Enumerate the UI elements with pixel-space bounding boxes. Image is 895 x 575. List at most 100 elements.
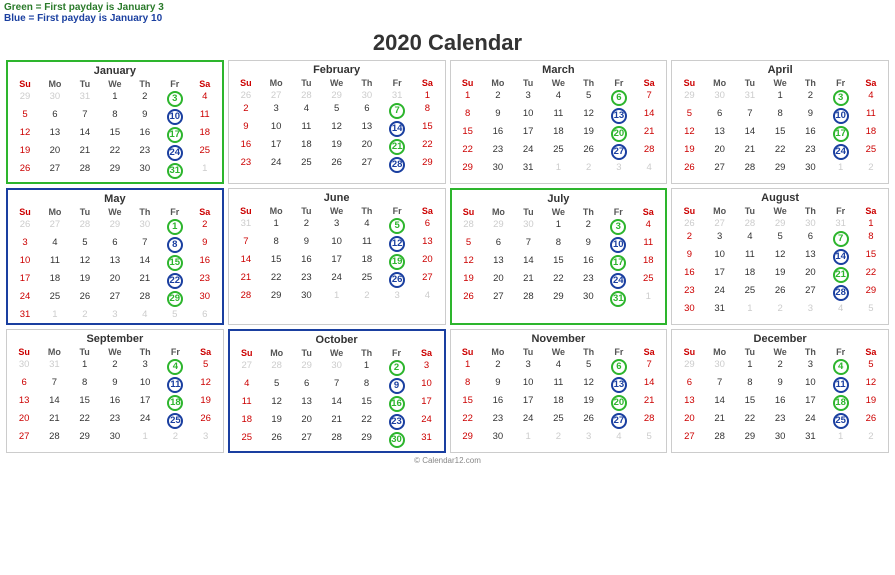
circle-blue: 10 [167,109,183,125]
day-cell: 9 [674,248,704,266]
day-cell: 22 [765,143,795,161]
day-header-mo: Mo [705,77,735,89]
day-cell: 11 [543,376,573,394]
day-header-we: We [322,347,352,359]
day-cell: 28 [291,89,321,102]
day-cell: 15 [100,126,130,144]
day-cell: 5 [322,102,352,120]
day-cell: 12 [574,107,604,125]
circle-green: 18 [833,395,849,411]
weeks: 2930311234567891011121314151617181920212… [674,89,886,174]
day-cell: 7 [70,108,100,126]
day-header-th: Th [574,346,604,358]
day-cell: 31 [231,217,261,235]
day-cell: 4 [543,358,573,376]
day-header-we: We [100,206,130,218]
day-cell: 18 [291,138,321,156]
day-header-su: Su [10,78,40,90]
day-cell: 3 [826,89,856,107]
day-cell: 7 [322,377,352,395]
day-cell: 3 [604,161,634,174]
day-cell: 7 [382,102,412,120]
day-cell: 29 [483,218,513,236]
day-header-th: Th [573,206,603,218]
day-cell: 20 [100,272,130,290]
day-cell: 7 [231,235,261,253]
month-title: March [453,63,665,77]
day-cell: 27 [604,412,634,430]
day-header-sa: Sa [634,77,664,89]
day-cell: 26 [674,161,704,174]
day-cell: 30 [352,89,382,102]
day-cell: 24 [826,143,856,161]
weeks: 3031123456789101112131415161718192021222… [9,358,221,443]
day-cell: 5 [674,107,704,125]
day-header-tu: Tu [735,205,765,217]
day-header-tu: Tu [292,347,322,359]
day-cell: 24 [322,271,352,289]
day-header-we: We [765,77,795,89]
day-header-fr: Fr [160,346,190,358]
day-cell: 19 [10,144,40,162]
circle-blue: 11 [167,377,183,393]
day-cell: 31 [705,302,735,315]
day-headers: SuMoTuWeThFrSa [10,78,220,90]
day-cell: 1 [735,302,765,315]
day-header-su: Su [453,346,483,358]
day-cell: 17 [322,253,352,271]
day-cell: 13 [9,394,39,412]
day-cell: 13 [100,254,130,272]
day-cell: 8 [735,376,765,394]
circle-blue: 25 [833,413,849,429]
day-cell: 3 [795,358,825,376]
day-cell: 10 [603,236,633,254]
day-header-su: Su [231,77,261,89]
day-cell: 20 [604,394,634,412]
day-header-mo: Mo [705,205,735,217]
day-cell: 28 [382,156,412,174]
day-cell: 12 [382,235,412,253]
day-cell: 29 [765,217,795,230]
day-cell: 20 [9,412,39,430]
day-header-mo: Mo [483,77,513,89]
day-cell: 30 [573,290,603,308]
weeks: 3112345678910111213141516171819202122232… [231,217,443,302]
day-cell: 29 [352,431,382,449]
day-cell: 20 [352,138,382,156]
day-cell: 14 [735,125,765,143]
day-cell: 12 [10,126,40,144]
day-header-mo: Mo [40,78,70,90]
day-cell: 23 [291,271,321,289]
circle-blue: 24 [167,145,183,161]
day-cell: 17 [603,254,633,272]
day-cell: 28 [513,290,543,308]
weeks: 2829301234567891011121314151617181920212… [454,218,664,308]
day-cell: 27 [705,161,735,174]
weeks: 1234567891011121314151617181920212223242… [453,358,665,443]
month-october: OctoberSuMoTuWeThFrSa2728293012345678910… [228,329,446,453]
day-cell: 2 [130,90,160,108]
day-cell: 6 [9,376,39,394]
day-cell: 22 [735,412,765,430]
day-cell: 6 [674,376,704,394]
day-cell: 9 [231,120,261,138]
day-cell: 25 [40,290,70,308]
day-cell: 2 [856,430,886,443]
month-february: FebruarySuMoTuWeThFrSa262728293031123456… [228,60,446,184]
day-cell: 21 [322,413,352,431]
weeks: 2930311234567891011121314151617181920212… [10,90,220,180]
day-cell: 1 [352,359,382,377]
day-cell: 2 [573,218,603,236]
day-cell: 31 [382,89,412,102]
day-cell: 2 [674,230,704,248]
day-cell: 16 [130,126,160,144]
day-header-th: Th [130,206,160,218]
day-header-th: Th [795,346,825,358]
day-cell: 6 [795,230,825,248]
day-cell: 30 [765,430,795,443]
day-header-su: Su [674,346,704,358]
day-cell: 1 [40,308,70,321]
circle-blue: 13 [611,377,627,393]
day-header-tu: Tu [70,78,100,90]
day-cell: 21 [130,272,160,290]
